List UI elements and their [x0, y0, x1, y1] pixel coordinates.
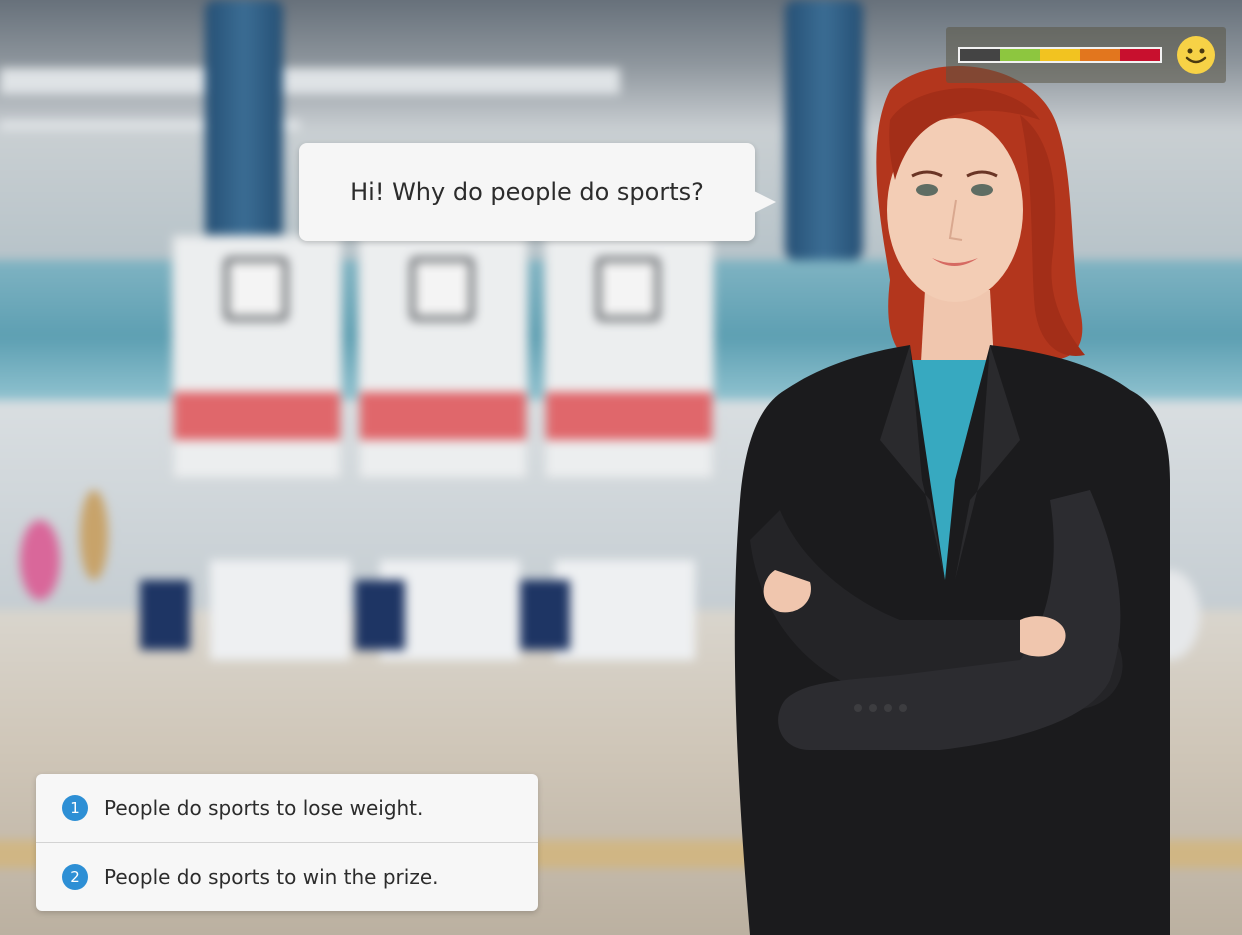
scenario-stage: Hi! Why do people do sports? 1 People do…: [0, 0, 1242, 935]
answer-option-2[interactable]: 2 People do sports to win the prize.: [36, 842, 538, 911]
speech-bubble-tail: [748, 188, 776, 216]
mood-segment-3: [1040, 49, 1080, 61]
answer-options: 1 People do sports to lose weight. 2 Peo…: [36, 774, 538, 911]
mood-segment-2: [1000, 49, 1040, 61]
answer-text: People do sports to lose weight.: [104, 796, 424, 820]
smiley-face-icon: [1177, 36, 1215, 74]
mood-segment-1: [960, 49, 1000, 61]
mood-segment-5: [1120, 49, 1160, 61]
speech-text: Hi! Why do people do sports?: [350, 178, 704, 206]
answer-number-badge: 2: [62, 864, 88, 890]
mood-meter: [946, 27, 1226, 83]
speech-bubble: Hi! Why do people do sports?: [299, 143, 755, 241]
mood-segment-4: [1080, 49, 1120, 61]
answer-number-badge: 1: [62, 795, 88, 821]
answer-text: People do sports to win the prize.: [104, 865, 439, 889]
answer-option-1[interactable]: 1 People do sports to lose weight.: [36, 774, 538, 842]
mood-meter-bar: [958, 47, 1162, 63]
